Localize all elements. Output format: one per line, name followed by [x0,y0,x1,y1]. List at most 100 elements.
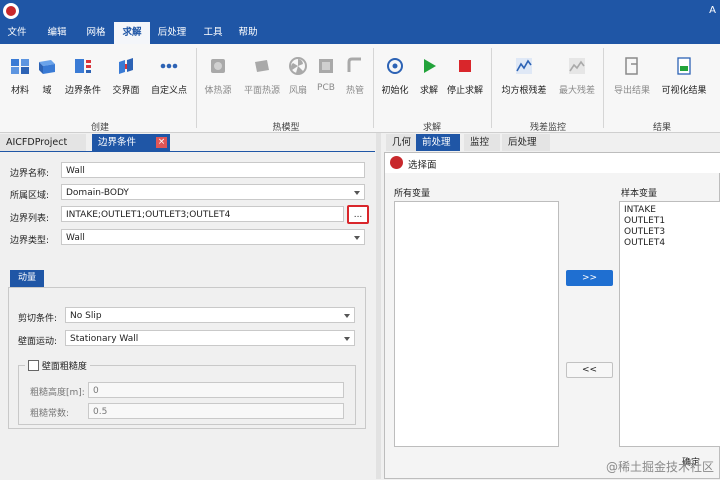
menu-solve[interactable]: 求解 [114,22,150,44]
tab-postprocess[interactable]: 后处理 [502,134,550,151]
select-face-dialog: 选择面 所有变量 >> << 样本变量 INTAKE OUTLET1 OUTLE… [384,152,720,479]
tab-boundary-condition[interactable]: 边界条件 × [92,134,170,151]
plane-heat-button[interactable]: 平面热源 [240,50,284,96]
max-residual-button[interactable]: 最大残差 [556,50,598,96]
plane-heat-label: 平面热源 [243,86,280,96]
wall-motion-label: 壁面运动: [18,337,58,347]
menu-edit[interactable]: 编辑 [40,22,74,44]
material-icon [11,59,29,74]
volume-heat-icon [211,59,225,73]
ribbon-separator [603,48,604,128]
region-select[interactable]: Domain-BODY [61,184,365,200]
watermark: @稀土掘金技术社区 [605,460,714,474]
chevron-down-icon [354,191,360,195]
stop-solve-label: 停止求解 [446,86,483,96]
solve-label: 求解 [419,86,438,96]
boundary-type-label: 边界类型: [10,236,50,246]
app-logo-icon [3,3,19,19]
stop-solve-button[interactable]: 停止求解 [444,50,486,96]
visual-icon [677,57,691,75]
menu-mesh[interactable]: 网格 [79,22,113,44]
domain-button[interactable]: 域 [36,50,58,96]
close-tab-icon[interactable]: × [156,137,167,148]
roughness-height-label: 粗糙高度[m]: [30,388,85,398]
shear-condition-label: 剪切条件: [18,314,58,324]
chevron-down-icon [344,314,350,318]
shear-condition-select[interactable]: No Slip [65,307,355,323]
roughness-header: 壁面粗糙度 [25,359,90,372]
solve-button[interactable]: 求解 [416,50,442,96]
boundary-name-input[interactable]: Wall [61,162,365,178]
material-button[interactable]: 材料 [6,50,34,96]
tab-aicfdproject[interactable]: AICFDProject [0,134,86,151]
ribbon-separator [373,48,374,128]
fan-label: 风扇 [288,86,307,96]
tab-preprocess[interactable]: 前处理 [416,134,460,151]
tab-boundary-condition-label: 边界条件 [98,137,137,148]
visualize-result-button[interactable]: 可视化结果 [656,50,712,96]
menu-help[interactable]: 帮助 [233,22,263,44]
add-variable-button[interactable]: >> [566,270,613,286]
all-variables-list[interactable] [394,201,559,447]
play-icon [424,59,436,73]
stop-icon [459,60,471,72]
custom-point-label: 自定义点 [150,86,187,96]
remove-variable-button[interactable]: << [566,362,613,378]
tab-monitor[interactable]: 监控 [464,134,500,151]
list-item[interactable]: OUTLET4 [624,238,720,249]
panel-splitter[interactable] [376,133,381,479]
export-result-button[interactable]: 导出结果 [610,50,654,96]
boundary-type-value: Wall [66,233,85,243]
sample-variables-list[interactable]: INTAKE OUTLET1 OUTLET3 OUTLET4 [619,201,720,447]
list-item[interactable]: OUTLET1 [624,216,720,227]
menu-file[interactable]: 文件 [4,22,30,44]
init-icon [387,58,403,74]
boundary-type-select[interactable]: Wall [61,229,365,245]
boundary-list-input[interactable]: INTAKE;OUTLET1;OUTLET3;OUTLET4 [61,206,344,222]
heat-pipe-button[interactable]: 热管 [342,50,368,96]
wall-motion-select[interactable]: Stationary Wall [65,330,355,346]
roughness-height-input[interactable]: 0 [88,382,344,398]
ribbon-separator [196,48,197,128]
rms-residual-button[interactable]: 均方根残差 [498,50,550,96]
roughness-constant-label: 粗糙常数: [30,409,70,419]
right-panel: 几何 前处理 监控 后处理 选择面 所有变量 >> << 样本变量 INTAKE… [382,133,720,479]
boundary-condition-button[interactable]: 边界条件 [62,50,104,96]
heat-pipe-label: 热管 [345,86,364,96]
tab-momentum[interactable]: 动量 [10,270,44,287]
list-item[interactable]: OUTLET3 [624,227,720,238]
custom-point-button[interactable]: 自定义点 [148,50,190,96]
export-result-label: 导出结果 [613,86,650,96]
chevron-down-icon [344,337,350,341]
pcb-button[interactable]: PCB [314,50,338,93]
pcb-label: PCB [317,83,335,93]
menu-postprocess[interactable]: 后处理 [152,22,192,44]
menu-bar: 文件 编辑 网格 求解 后处理 工具 帮助 [0,22,720,44]
region-label: 所属区域: [10,191,50,201]
max-icon [569,58,585,74]
roughness-checkbox[interactable] [28,360,39,371]
boundary-icon [75,59,91,73]
material-label: 材料 [10,86,29,96]
all-variables-label: 所有变量 [394,189,431,199]
boundary-label: 边界条件 [64,86,101,96]
roughness-label: 壁面粗糙度 [41,362,87,372]
menu-tools[interactable]: 工具 [199,22,227,44]
ribbon-separator [491,48,492,128]
dialog-titlebar: 选择面 [385,153,720,173]
initialize-button[interactable]: 初始化 [378,50,412,96]
list-item[interactable]: INTAKE [624,205,720,216]
roughness-constant-input[interactable]: 0.5 [88,403,344,419]
rms-residual-label: 均方根残差 [501,86,547,96]
chevron-down-icon [354,236,360,240]
export-icon [625,57,638,75]
boundary-list-label: 边界列表: [10,214,50,224]
interface-button[interactable]: 交界面 [108,50,144,96]
region-value: Domain-BODY [66,188,129,198]
plane-heat-icon [255,60,269,72]
volume-heat-button[interactable]: 体热源 [200,50,236,96]
boundary-list-browse-button[interactable]: ... [347,205,369,224]
fan-button[interactable]: 风扇 [286,50,310,96]
custom-point-icon [160,63,178,69]
boundary-name-label: 边界名称: [10,169,50,179]
